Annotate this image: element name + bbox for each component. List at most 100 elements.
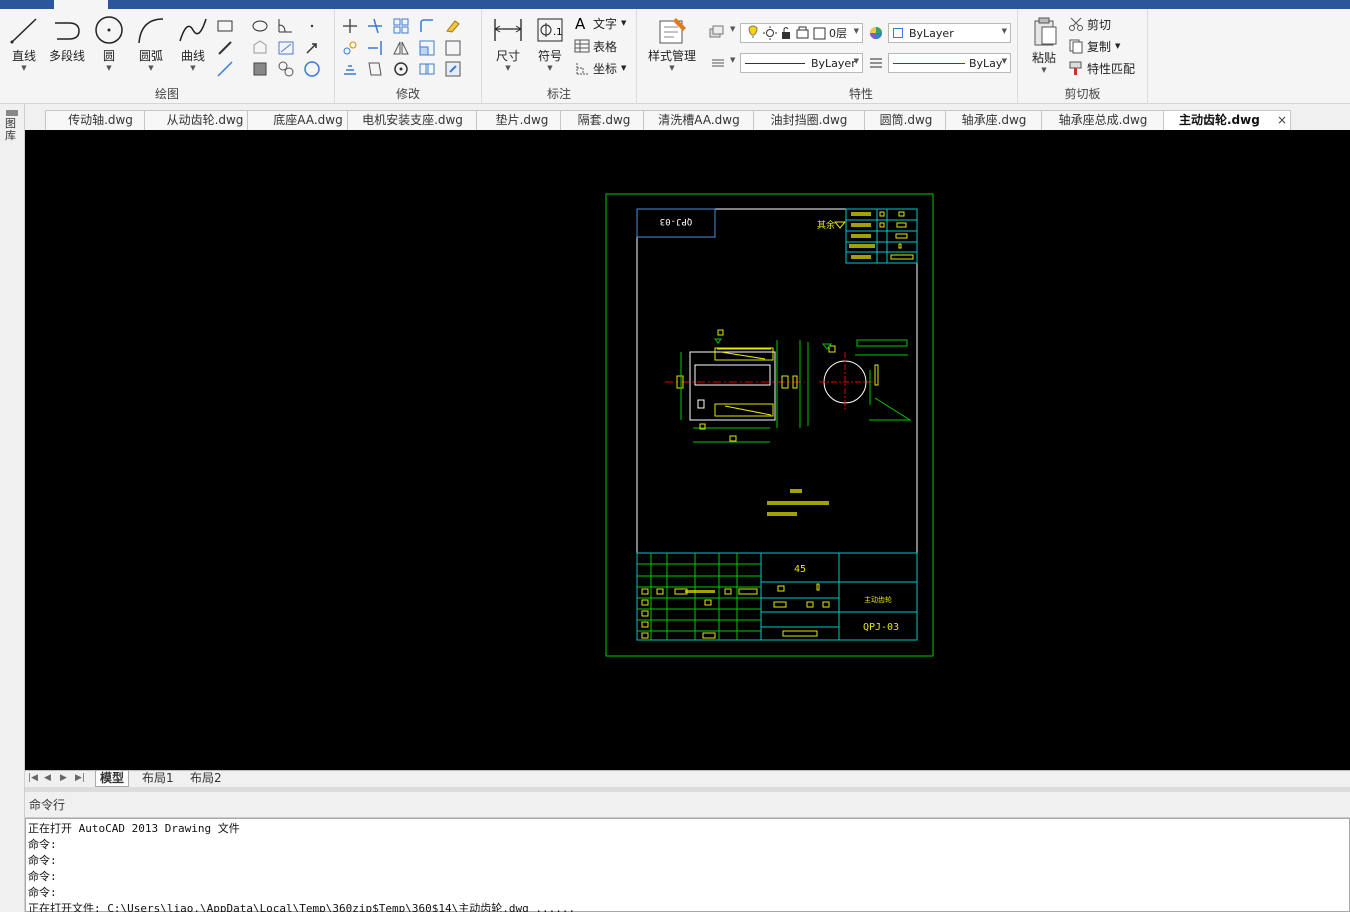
offset-icon[interactable] <box>341 60 359 78</box>
fillet-icon[interactable] <box>418 17 436 35</box>
circle-icon <box>95 16 123 44</box>
svg-text:A: A <box>575 15 586 31</box>
explode-icon[interactable] <box>366 60 384 78</box>
ellipse-icon[interactable] <box>251 17 269 35</box>
doc-tab[interactable]: 垫片.dwg <box>476 110 568 130</box>
library-tab[interactable]: 图库 <box>5 118 19 142</box>
erase-icon[interactable] <box>444 17 462 35</box>
scissors-icon <box>1069 17 1083 31</box>
arc-button[interactable]: 圆弧 ▼ <box>131 15 171 81</box>
doc-tab[interactable]: 传动轴.dwg <box>45 110 156 130</box>
doc-tab[interactable]: 油封挡圈.dwg <box>753 110 865 130</box>
spline-button[interactable]: 曲线 ▼ <box>173 15 213 81</box>
spline-label: 曲线 <box>180 49 205 63</box>
text-button[interactable]: A 文字 ▼ <box>574 13 626 33</box>
extend-icon[interactable] <box>366 39 384 57</box>
doc-tab[interactable]: 轴承座.dwg <box>945 110 1043 130</box>
coordinate-button[interactable]: 坐标 ▼ <box>574 58 626 78</box>
polyline-button[interactable]: 多段线 <box>46 15 88 81</box>
doc-tab[interactable]: 隔套.dwg <box>560 110 648 130</box>
xline-icon[interactable] <box>216 39 234 57</box>
join-icon[interactable] <box>418 60 436 78</box>
drawing-number-text: QPJ-03 <box>863 622 899 633</box>
boundary-icon[interactable] <box>251 60 269 78</box>
command-line: 正在打开 AutoCAD 2013 Drawing 文件 <box>28 822 240 835</box>
properties-panel: ▼ ▼ 0层 ▼ ByLayer ▼ ByLayer ▼ ByLay ▼ 特性 <box>705 9 1018 104</box>
chevron-down-icon: ▼ <box>730 56 736 64</box>
array-icon[interactable] <box>392 17 410 35</box>
color-combo[interactable]: ByLayer ▼ <box>888 23 1011 43</box>
region-icon[interactable] <box>251 39 269 57</box>
tab-layout2[interactable]: 布局2 <box>186 771 226 787</box>
match-properties-label: 特性匹配 <box>1087 61 1136 76</box>
wipeout-icon[interactable] <box>277 60 295 78</box>
style-manager-button[interactable]: 样式管理 ▼ <box>643 15 701 81</box>
dimension-icon <box>494 19 522 41</box>
tab-model[interactable]: 模型 <box>95 771 130 787</box>
layer-properties-icon[interactable] <box>707 24 725 42</box>
revision-cloud-icon[interactable] <box>303 60 321 78</box>
first-tab-icon[interactable]: |◀ <box>28 773 38 783</box>
ribbon-tab-strip <box>0 0 1350 9</box>
command-history[interactable]: 正在打开 AutoCAD 2013 Drawing 文件 命令: 命令: 命令:… <box>25 818 1350 912</box>
last-tab-icon[interactable]: ▶| <box>75 773 85 783</box>
table-button[interactable]: 表格 <box>574 36 617 56</box>
lineweight-value: ByLay <box>969 56 1003 70</box>
drawing-canvas[interactable]: QPJ-03 其余 45 主动齿轮 QPJ-03 <box>25 130 1350 770</box>
prev-tab-icon[interactable]: ◀ <box>44 773 51 783</box>
doc-tab[interactable]: 电机安装支座.dwg <box>347 110 478 130</box>
rectangle-icon[interactable] <box>216 17 234 35</box>
next-tab-icon[interactable]: ▶ <box>60 773 67 783</box>
coordinate-icon <box>576 63 588 75</box>
cad-application: 直线 ▼ 多段线 圆 ▼ 圆弧 ▼ 曲线 ▼ 绘图 修改 尺寸 ▼ .1 符号 … <box>0 0 1350 912</box>
copy-button[interactable]: 复制 ▼ <box>1068 36 1120 56</box>
copy-objects-icon[interactable] <box>341 39 359 57</box>
line-button[interactable]: 直线 ▼ <box>4 15 44 81</box>
doc-tab-active[interactable]: 主动齿轮.dwg × <box>1163 110 1291 130</box>
move-icon[interactable] <box>341 17 359 35</box>
color-wheel-icon[interactable] <box>867 24 885 42</box>
angle-icon[interactable] <box>277 17 295 35</box>
layout-tabs: |◀ ◀ ▶ ▶| 模型 布局1 布局2 <box>25 770 1350 787</box>
ribbon-tab-home[interactable] <box>54 0 108 9</box>
doc-tab[interactable]: 清洗槽AA.dwg <box>643 110 755 130</box>
chevron-down-icon: ▼ <box>853 27 859 35</box>
style-manager-icon <box>659 18 686 44</box>
cut-button[interactable]: 剪切 <box>1068 14 1111 34</box>
document-tabs: 传动轴.dwg 从动齿轮.dwg 底座AA.dwg 电机安装支座.dwg 垫片.… <box>25 108 1350 130</box>
stretch-icon[interactable] <box>444 39 462 57</box>
circle-button[interactable]: 圆 ▼ <box>89 15 129 81</box>
line-label: 直线 <box>11 49 36 63</box>
match-properties-button[interactable]: 特性匹配 <box>1068 58 1135 78</box>
lineweight-combo[interactable]: ByLay ▼ <box>888 53 1011 73</box>
symbol-button[interactable]: .1 符号 ▼ <box>530 15 570 81</box>
chevron-down-icon: ▼ <box>1001 27 1007 35</box>
table-icon <box>574 39 590 53</box>
hatch-icon[interactable] <box>277 39 295 57</box>
arrow-icon[interactable] <box>303 39 321 57</box>
lineweight-icon[interactable] <box>867 54 885 72</box>
linetype-combo[interactable]: ByLayer ▼ <box>740 53 863 73</box>
point-icon[interactable] <box>303 17 321 35</box>
command-line: 命令: <box>28 854 57 867</box>
trim-icon[interactable] <box>366 17 384 35</box>
close-icon[interactable]: × <box>1277 111 1287 130</box>
linetype-sample <box>745 62 805 64</box>
tab-layout1[interactable]: 布局1 <box>138 771 178 787</box>
annotation-panel: 尺寸 ▼ .1 符号 ▼ A 文字 ▼ 表格 坐标 ▼ 标注 <box>482 9 637 104</box>
command-line: 命令: <box>28 886 57 899</box>
brush-icon <box>1069 61 1082 75</box>
properties-panel-title: 特性 <box>848 87 873 101</box>
layer-combo[interactable]: 0层 ▼ <box>740 23 863 43</box>
paste-button[interactable]: 粘贴 ▼ <box>1024 15 1064 81</box>
rotate-icon[interactable] <box>392 60 410 78</box>
doc-tab[interactable]: 轴承座总成.dwg <box>1041 110 1165 130</box>
mirror-icon[interactable] <box>392 39 410 57</box>
doc-tab[interactable]: 圆筒.dwg <box>864 110 948 130</box>
construction-line-icon[interactable] <box>216 60 234 78</box>
properties-edit-icon[interactable] <box>444 60 462 78</box>
layer-list-icon[interactable] <box>709 54 727 72</box>
doc-tab-active-label: 主动齿轮.dwg <box>1179 113 1260 127</box>
dimension-button[interactable]: 尺寸 ▼ <box>488 15 528 81</box>
scale-icon[interactable] <box>418 39 436 57</box>
